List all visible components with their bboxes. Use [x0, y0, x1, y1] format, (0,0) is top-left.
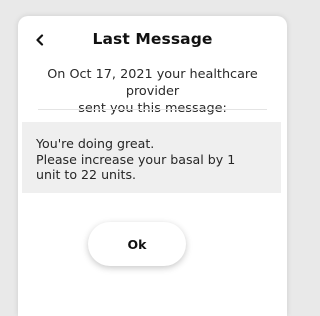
header: Last Message — [18, 28, 287, 52]
message-line-3: unit to 22 units. — [36, 167, 137, 182]
page-title: Last Message — [92, 30, 213, 48]
intro-line-1: On Oct 17, 2021 your healthcare provider — [47, 67, 258, 99]
ok-button[interactable]: Ok — [88, 222, 186, 266]
divider — [38, 109, 267, 110]
message-line-1: You're doing great. — [36, 136, 155, 151]
message-line-2: Please increase your basal by 1 — [36, 151, 236, 167]
message-box: You're doing great. Please increase your… — [22, 122, 281, 193]
